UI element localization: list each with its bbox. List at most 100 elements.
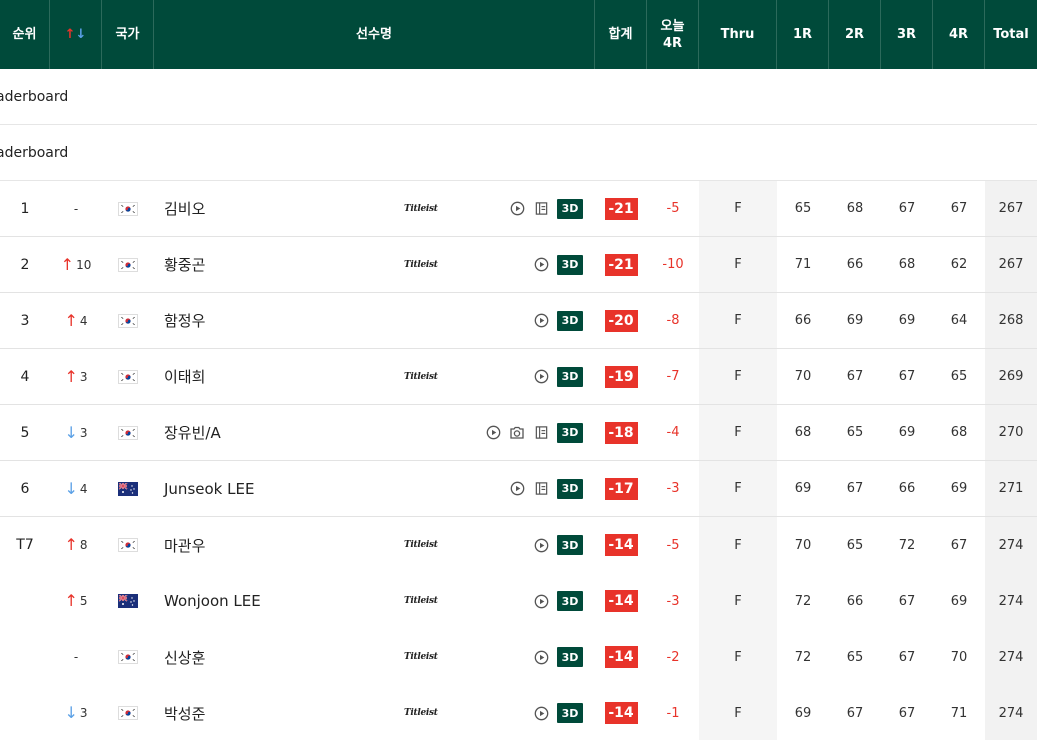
movement-value: 5 bbox=[79, 594, 88, 608]
table-row[interactable]: T7 ↑ 8 마관우 Titleist 3D -14 -5 F 70 65 72 67 274 bbox=[0, 517, 1037, 573]
header-total-to-par[interactable]: 합계 bbox=[595, 0, 647, 69]
section-label-text: aderboard bbox=[0, 144, 69, 161]
play-icon[interactable] bbox=[533, 705, 549, 721]
thru-cell: F bbox=[699, 405, 777, 460]
r1-cell: 69 bbox=[794, 481, 812, 496]
player-media-icons: 3D bbox=[533, 703, 583, 723]
play-icon[interactable] bbox=[533, 257, 549, 273]
play-icon[interactable] bbox=[533, 369, 549, 385]
titleist-logo: Titleist bbox=[404, 259, 438, 270]
scorecard-icon[interactable] bbox=[533, 201, 549, 217]
rank-cell bbox=[0, 685, 50, 740]
header-rank[interactable]: 순위 bbox=[0, 0, 50, 69]
3d-button[interactable]: 3D bbox=[557, 647, 583, 667]
scorecard-icon[interactable] bbox=[533, 425, 549, 441]
player-name[interactable]: Junseok LEE bbox=[164, 480, 254, 498]
titleist-logo: Titleist bbox=[404, 708, 438, 718]
r1-cell: 68 bbox=[794, 425, 812, 440]
today-cell: -5 bbox=[666, 537, 680, 553]
3d-button[interactable]: 3D bbox=[557, 422, 583, 443]
camera-icon[interactable] bbox=[509, 425, 525, 441]
header-movement[interactable]: ↑ ↓ bbox=[50, 0, 102, 69]
r2-cell: 67 bbox=[846, 705, 864, 721]
r2-cell: 66 bbox=[846, 257, 864, 272]
3d-button[interactable]: 3D bbox=[557, 703, 583, 723]
play-icon[interactable] bbox=[533, 593, 549, 609]
rank-cell: 4 bbox=[20, 368, 30, 385]
header-r1[interactable]: 1R bbox=[777, 0, 829, 69]
header-nation[interactable]: 국가 bbox=[102, 0, 154, 69]
total-cell: 270 bbox=[985, 405, 1037, 460]
table-row[interactable]: ↑ 5 Wonjoon LEE Titleist 3D -14 -3 F 72 66 67 69 274 bbox=[0, 573, 1037, 629]
header-thru[interactable]: Thru bbox=[699, 0, 777, 69]
flag-korea-icon bbox=[118, 201, 138, 216]
arrow-up-icon: ↑ bbox=[64, 27, 76, 42]
play-icon[interactable] bbox=[509, 201, 525, 217]
play-icon[interactable] bbox=[509, 481, 525, 497]
header-r4[interactable]: 4R bbox=[933, 0, 985, 69]
player-name[interactable]: 이태희 bbox=[164, 366, 205, 387]
r3-cell: 67 bbox=[898, 369, 916, 384]
flag-korea-icon bbox=[118, 257, 138, 272]
r4-cell: 69 bbox=[950, 593, 968, 609]
header-total[interactable]: Total bbox=[985, 0, 1037, 69]
header-player[interactable]: 선수명 bbox=[154, 0, 595, 69]
table-row[interactable]: 4 ↑ 3 이태희 Titleist 3D -19 -7 F 70 67 67 65 269 bbox=[0, 349, 1037, 405]
header-today[interactable]: 오늘 4R bbox=[647, 0, 699, 69]
3d-button[interactable]: 3D bbox=[557, 535, 583, 555]
play-icon[interactable] bbox=[533, 649, 549, 665]
table-row[interactable]: 1 - 김비오 Titleist 3D -21 -5 F 65 68 67 67 267 bbox=[0, 181, 1037, 237]
3d-button[interactable]: 3D bbox=[557, 591, 583, 611]
table-row[interactable]: 5 ↓ 3 장유빈/A 3D -18 -4 F 68 65 69 68 270 bbox=[0, 405, 1037, 461]
scorecard-icon[interactable] bbox=[533, 481, 549, 497]
r1-cell: 66 bbox=[794, 313, 812, 328]
header-r2[interactable]: 2R bbox=[829, 0, 881, 69]
table-row[interactable]: ↓ 3 박성준 Titleist 3D -14 -1 F 69 67 67 71 274 bbox=[0, 685, 1037, 740]
to-par-cell: -14 bbox=[595, 517, 647, 573]
thru-cell: F bbox=[699, 573, 777, 629]
titleist-logo: Titleist bbox=[404, 652, 438, 662]
player-name[interactable]: Wonjoon LEE bbox=[164, 592, 261, 610]
table-row[interactable]: 6 ↓ 4 Junseok LEE 3D -17 -3 F 69 67 66 69 271 bbox=[0, 461, 1037, 517]
arrow-down-icon: ↓ bbox=[75, 27, 87, 42]
movement-cell: - bbox=[50, 629, 102, 685]
3d-button[interactable]: 3D bbox=[557, 310, 583, 331]
header-r3[interactable]: 3R bbox=[881, 0, 933, 69]
3d-button[interactable]: 3D bbox=[557, 366, 583, 387]
titleist-logo: Titleist bbox=[404, 540, 438, 550]
movement-value: 10 bbox=[76, 257, 92, 272]
player-cell: 함정우 3D bbox=[154, 293, 595, 348]
table-row[interactable]: 2 ↑ 10 황중곤 Titleist 3D -21 -10 F 71 66 68 62 267 bbox=[0, 237, 1037, 293]
3d-button[interactable]: 3D bbox=[557, 478, 583, 499]
player-cell: 박성준 Titleist 3D bbox=[154, 685, 595, 740]
arrow-down-icon: ↓ bbox=[64, 703, 78, 722]
player-name[interactable]: 신상훈 bbox=[164, 647, 205, 668]
flag-korea-icon bbox=[118, 369, 138, 384]
player-name[interactable]: 황중곤 bbox=[164, 254, 205, 275]
table-row[interactable]: 3 ↑ 4 함정우 3D -20 -8 F 66 69 69 64 268 bbox=[0, 293, 1037, 349]
player-cell: 김비오 Titleist 3D bbox=[154, 181, 595, 236]
play-icon[interactable] bbox=[533, 537, 549, 553]
to-par-score: -14 bbox=[604, 646, 638, 668]
player-name[interactable]: 박성준 bbox=[164, 703, 205, 724]
player-name[interactable]: 장유빈/A bbox=[164, 422, 221, 443]
play-icon[interactable] bbox=[485, 425, 501, 441]
player-name[interactable]: 함정우 bbox=[164, 310, 205, 331]
r1-cell: 69 bbox=[794, 705, 812, 721]
player-name[interactable]: 마관우 bbox=[164, 535, 205, 556]
player-name[interactable]: 김비오 bbox=[164, 198, 205, 219]
flag-australia-icon bbox=[118, 481, 138, 496]
r3-cell: 66 bbox=[898, 481, 916, 496]
nation-cell bbox=[102, 461, 154, 516]
play-icon[interactable] bbox=[533, 313, 549, 329]
movement-cell: ↑ 4 bbox=[50, 293, 102, 348]
total-cell: 271 bbox=[985, 461, 1037, 516]
3d-button[interactable]: 3D bbox=[557, 198, 583, 219]
total-cell: 274 bbox=[985, 573, 1037, 629]
r3-cell: 68 bbox=[898, 257, 916, 272]
nation-cell bbox=[102, 349, 154, 404]
flag-korea-icon bbox=[118, 706, 138, 720]
table-row[interactable]: - 신상훈 Titleist 3D -14 -2 F 72 65 67 70 274 bbox=[0, 629, 1037, 685]
r3-cell: 67 bbox=[898, 649, 916, 665]
3d-button[interactable]: 3D bbox=[557, 254, 583, 275]
